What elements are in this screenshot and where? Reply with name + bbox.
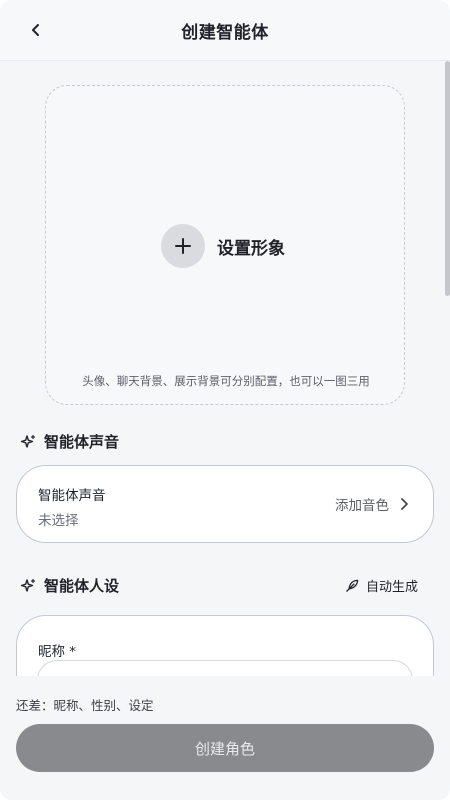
- persona-form-card: 昵称 *: [16, 615, 434, 676]
- auto-generate-button[interactable]: 自动生成: [345, 576, 418, 595]
- voice-section-title: 智能体声音: [20, 431, 119, 452]
- set-avatar-label: 设置形象: [217, 238, 285, 259]
- add-voice-label: 添加音色: [335, 498, 389, 514]
- app-window: 创建智能体 设置形象 头像、聊天背景、展示背景可分别配置，也可以一图三用 智能体…: [0, 0, 450, 800]
- nickname-label: 昵称 *: [38, 644, 77, 660]
- chevron-left-icon: [32, 24, 39, 36]
- back-button[interactable]: [22, 16, 50, 44]
- avatar-upload-area[interactable]: 设置形象 头像、聊天背景、展示背景可分别配置，也可以一图三用: [45, 85, 405, 405]
- set-avatar-button[interactable]: 设置形象: [161, 224, 285, 268]
- sparkle-icon: [20, 434, 36, 448]
- voice-card-value: 未选择: [38, 513, 79, 529]
- missing-fields-text: 还差：昵称、性别、设定: [16, 698, 154, 713]
- persona-section-label: 智能体人设: [44, 577, 120, 595]
- chevron-right-icon: [401, 498, 408, 510]
- top-bar: 创建智能体: [0, 0, 450, 61]
- auto-generate-label: 自动生成: [365, 580, 418, 595]
- voice-section-label: 智能体声音: [44, 433, 120, 451]
- sparkle-icon: [20, 578, 36, 592]
- scrollbar-thumb[interactable]: [445, 61, 450, 296]
- create-character-button[interactable]: 创建角色: [16, 724, 434, 772]
- footer-bar: 还差：昵称、性别、设定 创建角色: [0, 676, 450, 800]
- feather-icon: [346, 579, 359, 592]
- voice-card-title: 智能体声音: [38, 488, 106, 504]
- avatar-hint: 头像、聊天背景、展示背景可分别配置，也可以一图三用: [82, 374, 370, 388]
- nickname-input[interactable]: [37, 660, 413, 676]
- form-scroll-area[interactable]: 设置形象 头像、聊天背景、展示背景可分别配置，也可以一图三用 智能体声音 智能体…: [0, 61, 450, 676]
- voice-select-card[interactable]: 智能体声音 未选择 添加音色: [16, 465, 434, 543]
- page-title: 创建智能体: [181, 22, 269, 43]
- plus-icon: [161, 224, 205, 268]
- persona-section-title: 智能体人设: [20, 575, 119, 596]
- add-voice-button[interactable]: 添加音色: [335, 494, 409, 514]
